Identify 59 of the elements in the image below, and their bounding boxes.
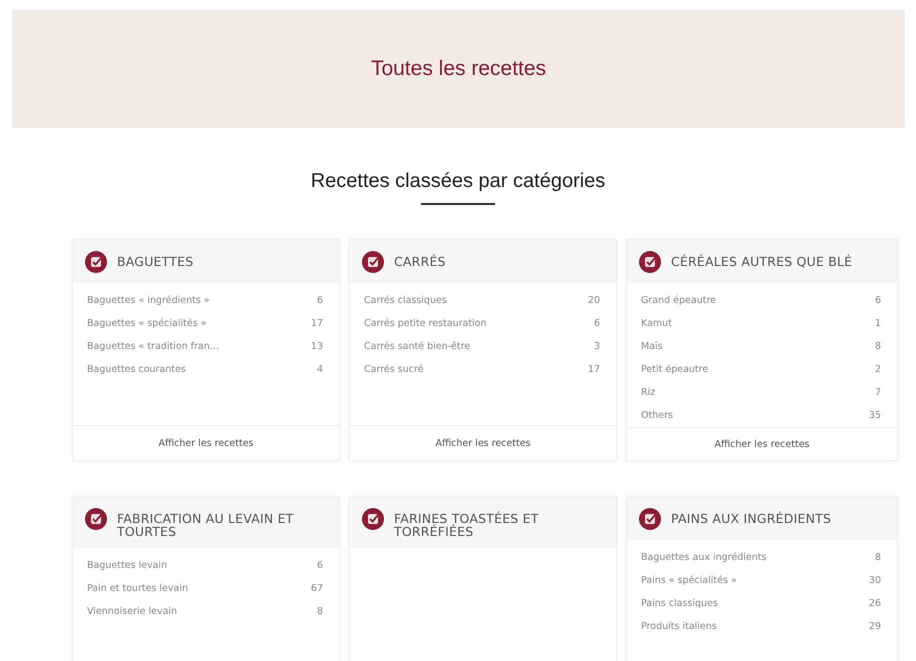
- section-heading: Recettes classées par catégories: [310, 170, 606, 193]
- recipe-count: 6: [316, 560, 323, 571]
- subcategory-link[interactable]: Pain et tourtes levain: [87, 583, 188, 594]
- page-title: Toutes les recettes: [370, 57, 546, 81]
- subcategory-link[interactable]: Carrés classiques: [364, 295, 447, 306]
- category-title: FABRICATION AU LEVAIN ET TOURTES: [117, 510, 295, 538]
- recipe-count: 2: [874, 364, 881, 375]
- show-recipes-link[interactable]: Afficher les recettes: [158, 438, 254, 448]
- recipe-count: 17: [310, 318, 323, 329]
- subcategory-link[interactable]: Carrés petite restauration: [364, 318, 487, 329]
- subcategory-link[interactable]: Petit épeautre: [641, 364, 708, 375]
- subcategory-link[interactable]: Carrés sucré: [364, 364, 424, 375]
- checkbox-icon: [639, 251, 661, 273]
- subcategory-link[interactable]: Baguettes « spécialités »: [87, 318, 206, 329]
- subcategory-link[interactable]: Pains « spécialités »: [641, 575, 737, 586]
- subcategory-link[interactable]: Baguettes aux ingrédients: [641, 552, 766, 563]
- category-title: PAINS AUX INGRÉDIENTS: [671, 510, 832, 525]
- subcategory-link[interactable]: Maïs: [641, 341, 663, 352]
- recipe-count: 35: [868, 410, 881, 421]
- subcategory-link[interactable]: Grand épeautre: [641, 295, 716, 306]
- recipe-count: 8: [874, 552, 881, 563]
- show-recipes-link[interactable]: Afficher les recettes: [435, 438, 530, 448]
- recipe-count: 6: [316, 295, 323, 306]
- subcategory-link[interactable]: Kamut: [641, 318, 672, 329]
- checkbox-icon: [85, 508, 107, 530]
- recipe-count: 6: [594, 318, 600, 329]
- recipe-count: 6: [874, 295, 881, 306]
- recipe-count: 13: [310, 341, 323, 352]
- show-recipes-link[interactable]: Afficher les recettes: [714, 438, 810, 450]
- recipe-count: 17: [588, 364, 600, 375]
- subcategory-link[interactable]: Pains classiques: [641, 598, 718, 609]
- recipe-count: 20: [588, 295, 600, 306]
- subcategory-link[interactable]: Riz: [641, 387, 656, 398]
- checkbox-icon: [85, 251, 107, 273]
- category-title: FARINES TOASTÉES ET TORRÉFIÉES: [394, 510, 540, 538]
- subcategory-link[interactable]: Baguettes « ingrédients »: [87, 295, 210, 306]
- recipe-count: 1: [874, 318, 881, 329]
- recipe-count: 4: [316, 364, 323, 375]
- subcategory-link[interactable]: Others: [641, 410, 673, 421]
- recipe-count: 7: [874, 387, 881, 398]
- recipe-count: 30: [868, 575, 881, 586]
- subcategory-link[interactable]: Produits italiens: [641, 621, 717, 632]
- category-title: CARRÉS: [394, 253, 446, 268]
- recipe-count: 67: [310, 583, 323, 594]
- recipe-count: 3: [594, 341, 600, 352]
- checkbox-icon: [362, 251, 384, 273]
- subcategory-link[interactable]: Viennoiserie levain: [87, 606, 178, 617]
- subcategory-link[interactable]: Carrés santé bien-être: [364, 341, 470, 352]
- checkbox-icon: [362, 508, 384, 530]
- subcategory-link[interactable]: Baguettes levain: [87, 560, 168, 571]
- category-title: BAGUETTES: [117, 253, 194, 268]
- subcategory-link[interactable]: Baguettes « tradition fran…: [87, 341, 220, 352]
- recipe-count: 29: [868, 621, 881, 632]
- subcategory-link[interactable]: Baguettes courantes: [87, 364, 186, 375]
- category-title: CÉRÉALES AUTRES QUE BLÉ: [671, 253, 852, 268]
- recipe-count: 8: [316, 606, 323, 617]
- recipe-count: 26: [868, 598, 881, 609]
- recipe-count: 8: [874, 341, 881, 352]
- checkbox-icon: [639, 508, 661, 530]
